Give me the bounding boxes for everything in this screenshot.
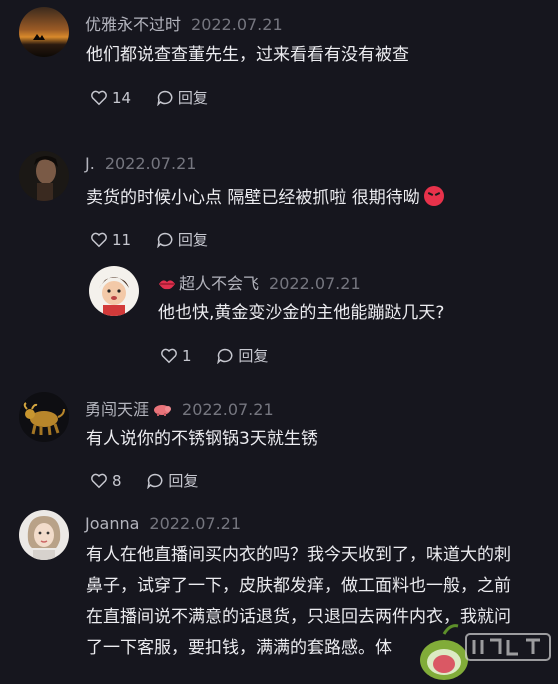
like-count: 11 <box>112 230 132 249</box>
username[interactable]: 超人不会飞 <box>179 274 259 293</box>
comment-text: 他们都说查查董先生，过来看看有没有被查 <box>86 45 409 65</box>
like-button[interactable]: 1 <box>160 347 192 365</box>
chat-bubble-icon <box>147 473 163 489</box>
comment-date: 2022.07.21 <box>269 274 361 293</box>
heart-icon <box>161 348 177 364</box>
like-button[interactable]: 14 <box>90 89 131 107</box>
comment-date: 2022.07.21 <box>149 514 242 533</box>
reply-button[interactable]: 回复 <box>156 229 208 250</box>
username[interactable]: J. <box>85 154 95 173</box>
like-button[interactable]: 8 <box>90 472 122 490</box>
reply-button[interactable]: 回复 <box>216 345 268 366</box>
like-count: 14 <box>112 88 132 107</box>
like-button[interactable]: 11 <box>90 231 131 249</box>
heart-icon <box>91 232 107 248</box>
comment-text-line: 鼻子，试穿了一下，皮肤都发痒，做工面料也一般，之前 <box>86 576 511 596</box>
reply-button[interactable]: 回复 <box>156 87 208 108</box>
heart-icon <box>91 473 107 489</box>
comment-text: 他也快,黄金变沙金的主他能蹦跶几天? <box>158 303 445 323</box>
reply-button[interactable]: 回复 <box>146 470 198 491</box>
comment-date: 2022.07.21 <box>182 400 274 419</box>
watermark-logo <box>404 620 554 680</box>
comment-text-line: 有人在他直播间买内衣的吗？我今天收到了，味道大的刺 <box>86 545 511 565</box>
reply-label: 回复 <box>177 231 208 249</box>
lips-emoji <box>159 280 175 290</box>
comment-text: 卖货的时候小心点 隔壁已经被抓啦 很期待呦 <box>86 188 420 208</box>
person-avatar[interactable] <box>19 151 69 201</box>
girl-avatar[interactable] <box>19 510 69 560</box>
sunset-avatar[interactable] <box>19 7 69 57</box>
comment-text: 有人说你的不锈钢锅3天就生锈 <box>86 429 318 449</box>
username[interactable]: 优雅永不过时 <box>85 15 181 34</box>
chat-bubble-icon <box>217 348 233 364</box>
like-count: 8 <box>112 471 122 490</box>
angry-face-emoji <box>423 186 444 206</box>
bull-avatar[interactable] <box>19 392 69 442</box>
reply-label: 回复 <box>238 347 269 365</box>
comment-date: 2022.07.21 <box>104 154 197 173</box>
chat-bubble-icon <box>157 90 173 106</box>
like-count: 1 <box>182 346 192 365</box>
username[interactable]: Joanna <box>85 514 139 533</box>
baby-avatar[interactable] <box>89 266 139 316</box>
username[interactable]: 勇闯天涯 <box>85 400 149 419</box>
reply-label: 回复 <box>177 89 208 107</box>
comment-date: 2022.07.21 <box>191 15 283 34</box>
chat-bubble-icon <box>157 232 173 248</box>
pig-emoji <box>154 405 172 416</box>
reply-label: 回复 <box>168 472 199 490</box>
heart-icon <box>91 90 107 106</box>
